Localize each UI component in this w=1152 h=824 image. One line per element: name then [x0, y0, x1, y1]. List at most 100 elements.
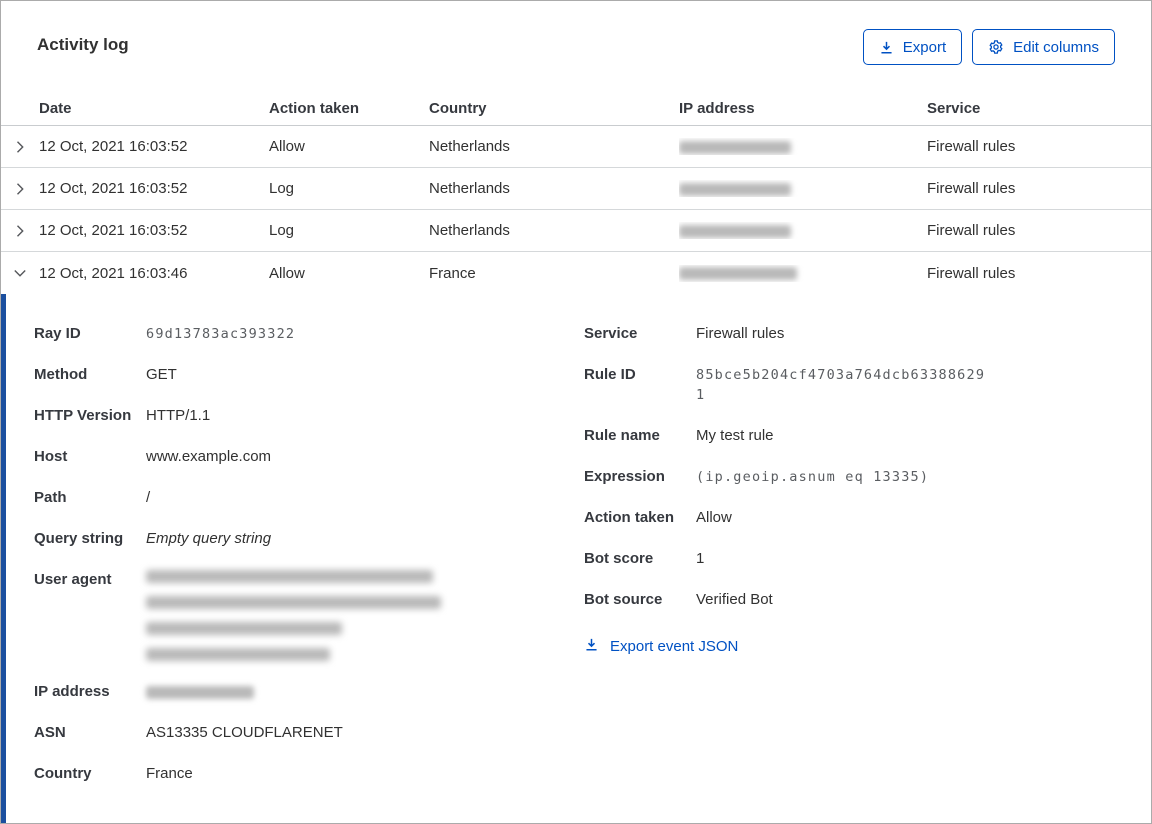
cell-ip [679, 222, 927, 239]
cell-service: Firewall rules [927, 222, 1016, 239]
panel-header: Activity log Export Edit columns [1, 1, 1151, 65]
cell-service: Firewall rules [927, 264, 1016, 282]
redacted-ip-address [679, 182, 791, 196]
field-label: IP address [34, 683, 110, 700]
table-row[interactable]: 12 Oct, 2021 16:03:52 Allow Netherlands … [1, 126, 1151, 168]
download-icon [879, 40, 894, 55]
field-label: Host [34, 448, 68, 465]
cell-action: Allow [269, 264, 305, 282]
field-value: (ip.geoip.asnum eq 13335) [696, 469, 930, 485]
field-label: Ray ID [34, 325, 81, 342]
redacted-ip-address [679, 267, 797, 281]
field-label: Action taken [584, 509, 675, 526]
chevron-right-icon [13, 140, 27, 154]
export-button[interactable]: Export [862, 29, 963, 65]
activity-log-table: Date Action taken Country IP address Ser… [1, 91, 1151, 294]
expand-toggle[interactable] [1, 224, 39, 238]
cell-ip [679, 180, 927, 197]
field-value: My test rule [696, 427, 774, 444]
field-host: Host www.example.com [34, 447, 584, 467]
expand-toggle[interactable] [1, 266, 39, 280]
field-bot-score: Bot score 1 [584, 549, 1115, 569]
expand-toggle[interactable] [1, 140, 39, 154]
toolbar: Export Edit columns [862, 29, 1115, 65]
field-country: Country France [34, 764, 584, 784]
table-row[interactable]: 12 Oct, 2021 16:03:52 Log Netherlands Fi… [1, 210, 1151, 252]
field-value: / [146, 489, 151, 506]
field-value: HTTP/1.1 [146, 407, 211, 424]
cell-country: Netherlands [429, 138, 510, 155]
cell-action: Log [269, 222, 295, 239]
field-value: 85bce5b204cf4703a764dcb633886291 [696, 367, 986, 403]
redacted-text-line [146, 648, 330, 661]
cell-date: 12 Oct, 2021 16:03:52 [39, 138, 188, 155]
export-event-json-label: Export event JSON [610, 638, 739, 655]
edit-columns-button[interactable]: Edit columns [972, 29, 1115, 65]
field-value: Verified Bot [696, 591, 773, 608]
field-value: Allow [696, 509, 732, 526]
page-title: Activity log [37, 35, 129, 54]
field-value: 1 [696, 550, 705, 567]
expand-toggle[interactable] [1, 182, 39, 196]
column-header-ip: IP address [679, 99, 755, 117]
detail-right-column: Service Firewall rules Rule ID 85bce5b20… [584, 324, 1115, 823]
cell-service: Firewall rules [927, 138, 1016, 155]
field-method: Method GET [34, 365, 584, 385]
field-http-version: HTTP Version HTTP/1.1 [34, 406, 584, 426]
redacted-text-line [146, 570, 433, 583]
cell-country: Netherlands [429, 222, 510, 239]
download-icon [584, 637, 599, 656]
redacted-text-line [146, 596, 441, 609]
field-rule-name: Rule name My test rule [584, 426, 1115, 446]
chevron-down-icon [13, 266, 27, 280]
chevron-right-icon [13, 182, 27, 196]
cell-action: Log [269, 180, 295, 197]
field-value [146, 682, 254, 702]
field-label: ASN [34, 724, 66, 741]
field-value: GET [146, 366, 177, 383]
field-value: 69d13783ac393322 [146, 326, 296, 342]
field-expression: Expression (ip.geoip.asnum eq 13335) [584, 467, 1115, 487]
gear-icon [988, 39, 1004, 55]
redacted-ip-address [679, 224, 791, 238]
field-label: HTTP Version [34, 407, 132, 424]
field-label: Query string [34, 530, 124, 547]
detail-left-column: Ray ID 69d13783ac393322 Method GET HTTP … [34, 324, 584, 823]
field-bot-source: Bot source Verified Bot [584, 590, 1115, 610]
field-value: Firewall rules [696, 325, 785, 342]
field-user-agent: User agent [34, 570, 584, 661]
table-row[interactable]: 12 Oct, 2021 16:03:52 Log Netherlands Fi… [1, 168, 1151, 210]
column-header-service: Service [927, 99, 981, 117]
field-label: Rule ID [584, 366, 636, 383]
cell-service: Firewall rules [927, 180, 1016, 197]
field-label: Method [34, 366, 88, 383]
field-asn: ASN AS13335 CLOUDFLARENET [34, 723, 584, 743]
event-detail-panel: Ray ID 69d13783ac393322 Method GET HTTP … [1, 294, 1151, 823]
field-label: Expression [584, 468, 665, 485]
field-label: Path [34, 489, 67, 506]
field-label: Bot source [584, 591, 663, 608]
chevron-right-icon [13, 224, 27, 238]
field-rule-id: Rule ID 85bce5b204cf4703a764dcb633886291 [584, 365, 1115, 405]
field-label: Country [34, 765, 92, 782]
export-event-json-link[interactable]: Export event JSON [584, 637, 738, 656]
field-query-string: Query string Empty query string [34, 529, 584, 549]
column-header-action: Action taken [269, 99, 360, 117]
field-label: Bot score [584, 550, 654, 567]
field-value: Empty query string [146, 530, 272, 547]
table-header-row: Date Action taken Country IP address Ser… [1, 91, 1151, 126]
cell-date: 12 Oct, 2021 16:03:52 [39, 180, 188, 197]
field-label: Service [584, 325, 638, 342]
field-action-taken: Action taken Allow [584, 508, 1115, 528]
field-label: Rule name [584, 427, 660, 444]
field-value: AS13335 CLOUDFLARENET [146, 724, 343, 741]
export-button-label: Export [902, 38, 947, 56]
field-service: Service Firewall rules [584, 324, 1115, 344]
table-row-expanded[interactable]: 12 Oct, 2021 16:03:46 Allow France Firew… [1, 252, 1151, 294]
field-value: www.example.com [146, 448, 272, 465]
cell-ip [679, 265, 927, 282]
cell-ip [679, 138, 927, 155]
redacted-user-agent [146, 570, 441, 661]
column-header-date: Date [39, 99, 72, 117]
cell-date: 12 Oct, 2021 16:03:52 [39, 222, 188, 239]
